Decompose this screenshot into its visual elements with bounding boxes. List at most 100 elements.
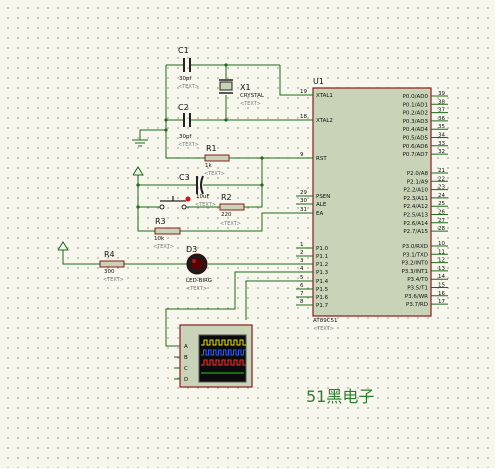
- mcu-pin-name: P3.2/INT0: [401, 261, 428, 267]
- mcu-pin-name: P3.3/INT1: [401, 269, 428, 275]
- r2-ref: R2: [221, 193, 232, 202]
- mcu-pin-name: P1.7: [316, 303, 329, 309]
- mcu-u1[interactable]: U1 AT89C51 <TEXT> 19 XTAL1 1 8 XTAL2 9 RST 29 PS…: [296, 77, 448, 332]
- mcu-pin-number: 24: [438, 193, 445, 199]
- scope-channel-label: B: [184, 355, 188, 361]
- mcu-pin-number: 35: [438, 124, 445, 130]
- mcu-pin-name: P3.6/WR: [405, 294, 428, 300]
- scope-channel-label: C: [184, 366, 188, 372]
- capacitor-c1[interactable]: C1 30pf <TEXT>: [178, 46, 199, 90]
- mcu-pin-number: 13: [438, 266, 445, 272]
- mcu-pin-name: P3.7/RD: [406, 302, 428, 308]
- c2-ref: C2: [178, 103, 189, 112]
- mcu-pin-name: P2.0/A8: [407, 171, 429, 177]
- d3-ref: D3: [186, 245, 197, 254]
- mcu-pin-number: 32: [438, 149, 445, 155]
- mcu-pin-name: P0.4/AD4: [403, 127, 429, 133]
- mcu-pin-number: 30: [300, 198, 307, 204]
- mcu-pin-name: P0.6/AD6: [403, 144, 429, 150]
- c1-text: <TEXT>: [178, 84, 199, 90]
- mcu-pin-name: P2.5/A13: [403, 213, 428, 219]
- x1-ref: X1: [240, 83, 251, 92]
- mcu-pin-number: 14: [438, 274, 445, 280]
- mcu-pin-name: P1.5: [316, 287, 329, 293]
- resistor-r4[interactable]: R4 300 <TEXT>: [99, 250, 125, 283]
- capacitor-c3[interactable]: C3 10uF <TEXT>: [179, 173, 216, 208]
- r3-ref: R3: [155, 217, 166, 226]
- mcu-pin-name: P2.1/A9: [407, 179, 429, 185]
- mcu-pin-name: P2.6/A14: [403, 221, 428, 227]
- mcu-pin-number: 8: [300, 299, 304, 305]
- mcu-pin-name: XTAL2: [316, 118, 333, 124]
- wire-r3-left: [137, 207, 155, 232]
- resistor-r1[interactable]: R1 1k <TEXT>: [204, 144, 230, 177]
- mcu-pin-number: 36: [438, 116, 445, 122]
- r2-text: <TEXT>: [220, 221, 241, 227]
- mcu-pin-name: P1.6: [316, 295, 329, 301]
- mcu-pin-number: 9: [300, 152, 304, 158]
- mcu-pin-name: P3.1/TXD: [403, 252, 428, 258]
- mcu-pin-number: 7: [300, 291, 304, 297]
- c2-text: <TEXT>: [178, 142, 199, 148]
- mcu-pin-name: P0.1/AD1: [403, 102, 428, 108]
- u1-part: AT89C51: [313, 318, 338, 324]
- junction: [164, 118, 168, 122]
- mcu-pin-name: P2.3/A11: [403, 196, 428, 202]
- d3-value: LED-BIRG: [186, 278, 212, 284]
- mcu-pin-number: 5: [300, 275, 304, 281]
- mcu-pin-number: 19: [300, 89, 307, 95]
- mcu-pin-name: P2.7/A15: [403, 229, 428, 235]
- mcu-pin-name: RST: [316, 156, 327, 162]
- mcu-pin-name: P3.0/RXD: [402, 244, 428, 250]
- mcu-pin-number: 37: [438, 108, 445, 114]
- junction: [224, 118, 228, 122]
- r4-text: <TEXT>: [103, 277, 124, 283]
- ground-symbol: [132, 139, 148, 147]
- mcu-pin-name: P0.7/AD7: [403, 152, 429, 158]
- mcu-pin-name: XTAL1: [316, 93, 333, 99]
- r1-value: 1k: [205, 163, 212, 169]
- mcu-pin-number: 29: [300, 190, 307, 196]
- mcu-pin-name: P3.4/T0: [407, 277, 428, 283]
- wire-xtal1: [279, 65, 313, 96]
- wire-ground: [139, 129, 166, 140]
- wire-vcc-r4: [62, 250, 100, 265]
- junction: [224, 63, 228, 67]
- c3-ref: C3: [179, 173, 190, 182]
- wire-r3-right: [180, 212, 313, 232]
- mcu-pin-name: P0.0/AD0: [403, 94, 429, 100]
- mcu-pin-name: P0.2/AD2: [403, 111, 428, 117]
- resistor-r3[interactable]: R3 10k <TEXT>: [153, 217, 181, 250]
- button-state-indicator: [185, 196, 191, 202]
- u1-text: <TEXT>: [313, 326, 334, 332]
- scope-channel-label: A: [184, 344, 188, 350]
- c3-value: 10uF: [196, 194, 210, 200]
- reset-pushbutton[interactable]: [159, 196, 191, 210]
- power-terminal-led[interactable]: [57, 241, 69, 251]
- mcu-pin-name: P0.3/AD3: [403, 119, 429, 125]
- mcu-pin-name: P1.1: [316, 254, 328, 260]
- mcu-pin-number: 22: [438, 176, 445, 182]
- mcu-pin-number: 15: [438, 283, 445, 289]
- mcu-pin-number: 17: [438, 299, 445, 305]
- mcu-pin-number: 16: [438, 291, 445, 297]
- capacitor-c2[interactable]: C2 30pf <TEXT>: [178, 103, 199, 148]
- mcu-pin-number: 39: [438, 91, 445, 97]
- mcu-pin-number: 4: [300, 266, 304, 272]
- oscilloscope[interactable]: ABCD: [174, 324, 253, 388]
- led-d3[interactable]: D3 LED-BIRG <TEXT>: [186, 245, 212, 292]
- mcu-pin-name: P0.5/AD5: [403, 136, 429, 142]
- c1-value: 30pf: [179, 76, 192, 82]
- mcu-pin-number: 25: [438, 201, 445, 207]
- r4-value: 300: [104, 269, 115, 275]
- junction: [136, 205, 140, 209]
- power-terminal-reset[interactable]: [132, 166, 144, 176]
- schematic-canvas: C1 30pf <TEXT> C2 30pf <TEXT> X1 CRYSTAL…: [0, 0, 495, 468]
- mcu-pin-number: 12: [438, 258, 445, 264]
- r4-ref: R4: [104, 250, 115, 259]
- u1-ref: U1: [313, 77, 324, 86]
- mcu-pin-name: PSEN: [316, 194, 330, 200]
- mcu-pin-number: 1: [300, 242, 304, 248]
- mcu-pin-name: ALE: [316, 202, 327, 208]
- mcu-pin-number: 31: [300, 207, 307, 213]
